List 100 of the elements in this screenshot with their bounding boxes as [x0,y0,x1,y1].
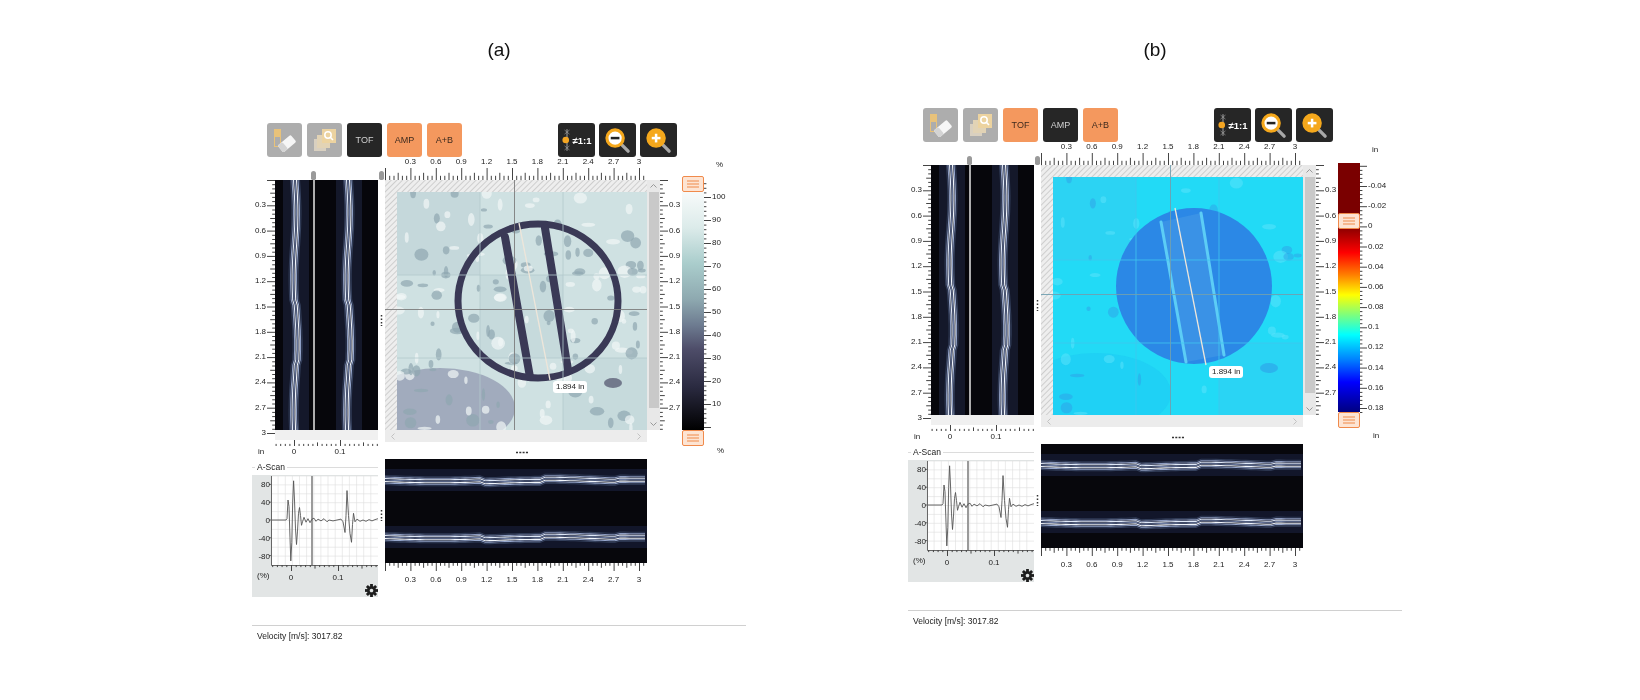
axis-label: 0.1 [990,432,1002,442]
gate-marker-icon[interactable] [1035,156,1040,165]
axis-label: 0.6 [254,225,266,236]
unit-label: % [717,446,725,456]
axis-label: 0.6 [910,210,922,221]
mode-button[interactable]: AMP [387,123,422,157]
vertical-scrollbar[interactable] [647,180,660,430]
axis-label: 2.4 [582,157,594,167]
axis-label: 2.4 [1238,560,1250,570]
axis-label: 3 [1292,142,1298,152]
chevron-down-icon[interactable] [1306,407,1313,411]
gate-line[interactable] [311,476,313,565]
axis-label: 0 [921,501,926,511]
mode-button[interactable]: TOF [347,123,382,157]
mode-button[interactable]: AMP [1043,108,1078,142]
gate-line[interactable] [967,461,969,550]
chevron-up-icon[interactable] [650,184,657,188]
zoom-out-button[interactable] [599,123,636,157]
chevron-right-icon[interactable] [1293,417,1297,425]
splitter-handle[interactable] [1036,494,1039,506]
axis-label: 0.1 [334,447,346,457]
vertical-scrollbar[interactable] [1303,165,1316,415]
axis-label: 2.4 [582,575,594,585]
axis-label: 2.1 [1213,560,1225,570]
scale-label: 0.06 [1368,281,1384,292]
scale-label: 100 [712,192,726,202]
axis-label: 0.6 [1086,560,1098,570]
zoom-in-button[interactable] [640,123,677,157]
splitter-handle[interactable] [380,314,383,326]
axis-label: 0.3 [1060,142,1072,152]
axis-label: 2.1 [557,575,569,585]
axis-label: -80 [914,537,926,547]
axis-label: 3 [636,157,642,167]
grip-lines-icon [687,180,699,188]
settings-icon[interactable] [365,584,378,597]
axis-label: 0.9 [455,575,467,585]
zoom-in-button[interactable] [1296,108,1333,142]
mode-button[interactable]: TOF [1003,108,1038,142]
panel-title: A-Scan [257,462,285,472]
grip-lines-icon [1343,217,1355,226]
aspect-ratio-button[interactable]: ≠1:1 [1214,108,1251,142]
zoom-out-icon [604,126,631,154]
axis-label: 1.8 [531,157,543,167]
axis-label: 0.9 [1111,560,1123,570]
axis-label: 2.4 [669,377,681,388]
scale-label: 20 [712,376,721,386]
range-handle[interactable] [1338,213,1360,230]
chevron-down-icon[interactable] [650,422,657,426]
axis-label: 0.3 [404,157,416,167]
unit-label: (%) [257,571,270,581]
chevron-right-icon[interactable] [637,432,641,440]
axis-label: 1.2 [254,276,266,287]
measurement-label: 1.894 in [1209,366,1244,378]
axis-label: 0.3 [1325,185,1337,196]
figure-caption: (a) [487,38,511,62]
axis-label: 2.1 [254,352,266,363]
horizontal-scrollbar[interactable] [385,430,647,442]
unit-label: in [258,447,265,457]
scale-label: -0.04 [1368,181,1387,191]
axis-label: 3 [1292,560,1298,570]
measurement-line[interactable] [518,222,551,381]
axis-label: 2.4 [254,377,266,388]
horizontal-scrollbar[interactable] [1041,415,1303,427]
range-handle[interactable] [682,176,704,192]
axis-label: 0.9 [910,235,922,246]
mode-button[interactable]: A+B [1083,108,1118,142]
gate-marker-icon[interactable] [379,171,384,180]
chevron-left-icon[interactable] [391,432,395,440]
axis-label: 2.7 [1264,142,1276,152]
axis-label: 2.4 [910,362,922,373]
axis-label: 1.8 [254,326,266,337]
splitter-handle[interactable] [1036,299,1039,311]
axis-label: 80 [917,465,926,475]
scrollbar-thumb[interactable] [648,192,659,408]
range-handle[interactable] [1338,412,1360,428]
axis-label: 0.9 [254,250,266,261]
gate-marker-icon[interactable] [967,156,972,165]
axis-label: 0.6 [1086,142,1098,152]
measurement-label: 1.894 in [553,381,588,393]
splitter-handle[interactable] [380,509,383,521]
axis-label: 1.5 [506,157,518,167]
mode-button[interactable]: A+B [427,123,462,157]
scrollbar-thumb[interactable] [1304,177,1315,393]
gate-marker-icon[interactable] [311,171,316,180]
scale-label: 90 [712,215,721,225]
chevron-left-icon[interactable] [1047,417,1051,425]
aspect-ratio-button[interactable]: ≠1:1 [558,123,595,157]
range-handle[interactable] [682,430,704,446]
splitter-handle[interactable] [516,451,528,454]
chevron-up-icon[interactable] [1306,169,1313,173]
axis-label: -40 [258,534,270,544]
zoom-out-button[interactable] [1255,108,1292,142]
axis-label: 80 [261,480,270,490]
axis-label: 0.3 [669,200,681,211]
axis-label: 1.8 [1325,311,1337,322]
axis-label: 40 [261,498,270,508]
axis-label: 0 [944,558,950,568]
settings-icon[interactable] [1021,569,1034,582]
axis-label: 1.2 [481,575,493,585]
splitter-handle[interactable] [1172,436,1184,439]
